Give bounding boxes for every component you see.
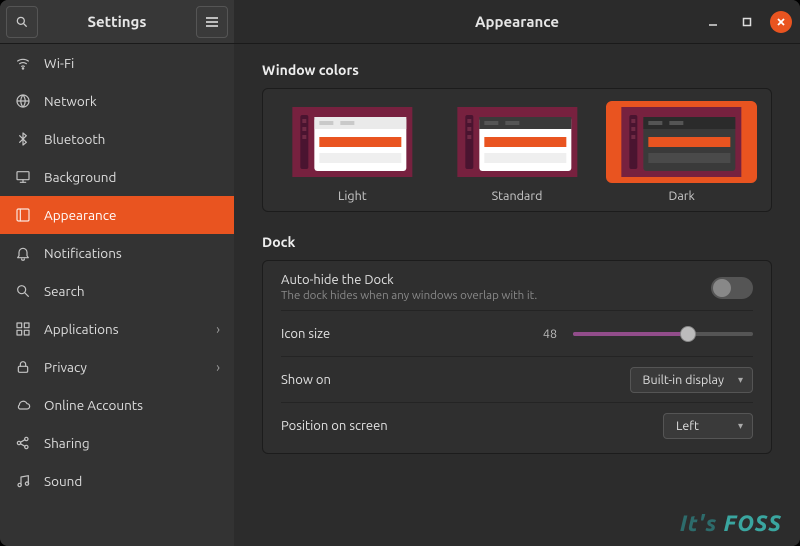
menu-button[interactable]	[196, 6, 228, 38]
sidebar-item-label: Sharing	[44, 435, 90, 451]
cloud-icon	[14, 397, 32, 413]
globe-icon	[14, 93, 32, 109]
autohide-toggle[interactable]	[711, 277, 753, 299]
sidebar-item-search[interactable]: Search	[0, 272, 234, 310]
sidebar-item-label: Wi-Fi	[44, 55, 74, 71]
sidebar-item-network[interactable]: Network	[0, 82, 234, 120]
sidebar: Wi-Fi Network Bluetooth Background Appearanc…	[0, 44, 234, 546]
sidebar-item-label: Notifications	[44, 245, 122, 261]
close-icon	[776, 17, 786, 27]
grid-icon	[14, 321, 32, 337]
autohide-row: Auto-hide the Dock The dock hides when a…	[281, 265, 753, 311]
chevron-right-icon: ›	[216, 321, 220, 337]
theme-option-label: Standard	[442, 189, 593, 203]
bluetooth-icon	[14, 131, 32, 147]
dock-title: Dock	[262, 234, 772, 250]
slider-knob[interactable]	[680, 326, 696, 342]
theme-thumbnail	[448, 107, 587, 177]
sidebar-item-sharing[interactable]: Sharing	[0, 424, 234, 462]
body: Wi-Fi Network Bluetooth Background Appearanc…	[0, 44, 800, 546]
sidebar-item-label: Bluetooth	[44, 131, 105, 147]
slider-fill	[573, 332, 688, 336]
show-on-row: Show on Built-in display	[281, 357, 753, 403]
theme-option-label: Dark	[606, 189, 757, 203]
search-icon	[14, 283, 32, 299]
watermark: It's FOSS	[680, 511, 782, 536]
sidebar-item-wi-fi[interactable]: Wi-Fi	[0, 44, 234, 82]
show-on-label: Show on	[281, 373, 331, 387]
title-bar: Settings Appearance	[0, 0, 800, 44]
icon-size-slider[interactable]	[573, 332, 753, 336]
app-title: Settings	[38, 13, 196, 30]
sidebar-item-applications[interactable]: Applications ›	[0, 310, 234, 348]
sidebar-item-notifications[interactable]: Notifications	[0, 234, 234, 272]
theme-option-dark[interactable]: Dark	[606, 101, 757, 203]
sidebar-item-sound[interactable]: Sound	[0, 462, 234, 500]
dock-icon	[14, 207, 32, 223]
theme-option-light[interactable]: Light	[277, 101, 428, 203]
autohide-label: Auto-hide the Dock	[281, 273, 537, 287]
maximize-icon	[742, 17, 752, 27]
window-controls	[702, 11, 792, 33]
sidebar-item-label: Sound	[44, 473, 82, 489]
page-title: Appearance	[475, 13, 559, 30]
position-select[interactable]: Left	[663, 413, 753, 439]
share-icon	[14, 435, 32, 451]
sidebar-item-label: Search	[44, 283, 85, 299]
position-label: Position on screen	[281, 419, 388, 433]
sidebar-item-label: Appearance	[44, 207, 116, 223]
minimize-icon	[708, 17, 718, 27]
window-colors-group: Light Standard Dark	[262, 88, 772, 212]
search-icon	[15, 15, 29, 29]
titlebar-right: Appearance	[234, 0, 800, 43]
icon-size-label: Icon size	[281, 327, 330, 341]
theme-option-standard[interactable]: Standard	[442, 101, 593, 203]
sidebar-item-label: Online Accounts	[44, 397, 143, 413]
sidebar-item-background[interactable]: Background	[0, 158, 234, 196]
sidebar-item-label: Network	[44, 93, 97, 109]
settings-window: Settings Appearance Wi-Fi Network Bluetoot…	[0, 0, 800, 546]
sidebar-item-label: Background	[44, 169, 116, 185]
sidebar-item-appearance[interactable]: Appearance	[0, 196, 234, 234]
hamburger-icon	[205, 16, 219, 28]
bell-icon	[14, 245, 32, 261]
sidebar-item-online-accounts[interactable]: Online Accounts	[0, 386, 234, 424]
icon-size-value: 48	[543, 327, 557, 341]
sidebar-item-privacy[interactable]: Privacy ›	[0, 348, 234, 386]
sidebar-item-bluetooth[interactable]: Bluetooth	[0, 120, 234, 158]
search-button[interactable]	[6, 6, 38, 38]
autohide-sub: The dock hides when any windows overlap …	[281, 289, 537, 302]
lock-icon	[14, 359, 32, 375]
show-on-select[interactable]: Built-in display	[630, 367, 753, 393]
theme-thumbnail	[612, 107, 751, 177]
display-icon	[14, 169, 32, 185]
content-area: Window colors Light Standard Dark Dock Aut…	[234, 44, 800, 546]
titlebar-left: Settings	[0, 0, 234, 43]
theme-thumbnail	[283, 107, 422, 177]
theme-option-label: Light	[277, 189, 428, 203]
sidebar-item-label: Privacy	[44, 359, 87, 375]
minimize-button[interactable]	[702, 11, 724, 33]
position-row: Position on screen Left	[281, 403, 753, 449]
icon-size-row: Icon size 48	[281, 311, 753, 357]
wifi-icon	[14, 55, 32, 71]
close-button[interactable]	[770, 11, 792, 33]
chevron-right-icon: ›	[216, 359, 220, 375]
sidebar-item-label: Applications	[44, 321, 119, 337]
maximize-button[interactable]	[736, 11, 758, 33]
dock-panel: Auto-hide the Dock The dock hides when a…	[262, 260, 772, 454]
window-colors-title: Window colors	[262, 62, 772, 78]
music-icon	[14, 473, 32, 489]
